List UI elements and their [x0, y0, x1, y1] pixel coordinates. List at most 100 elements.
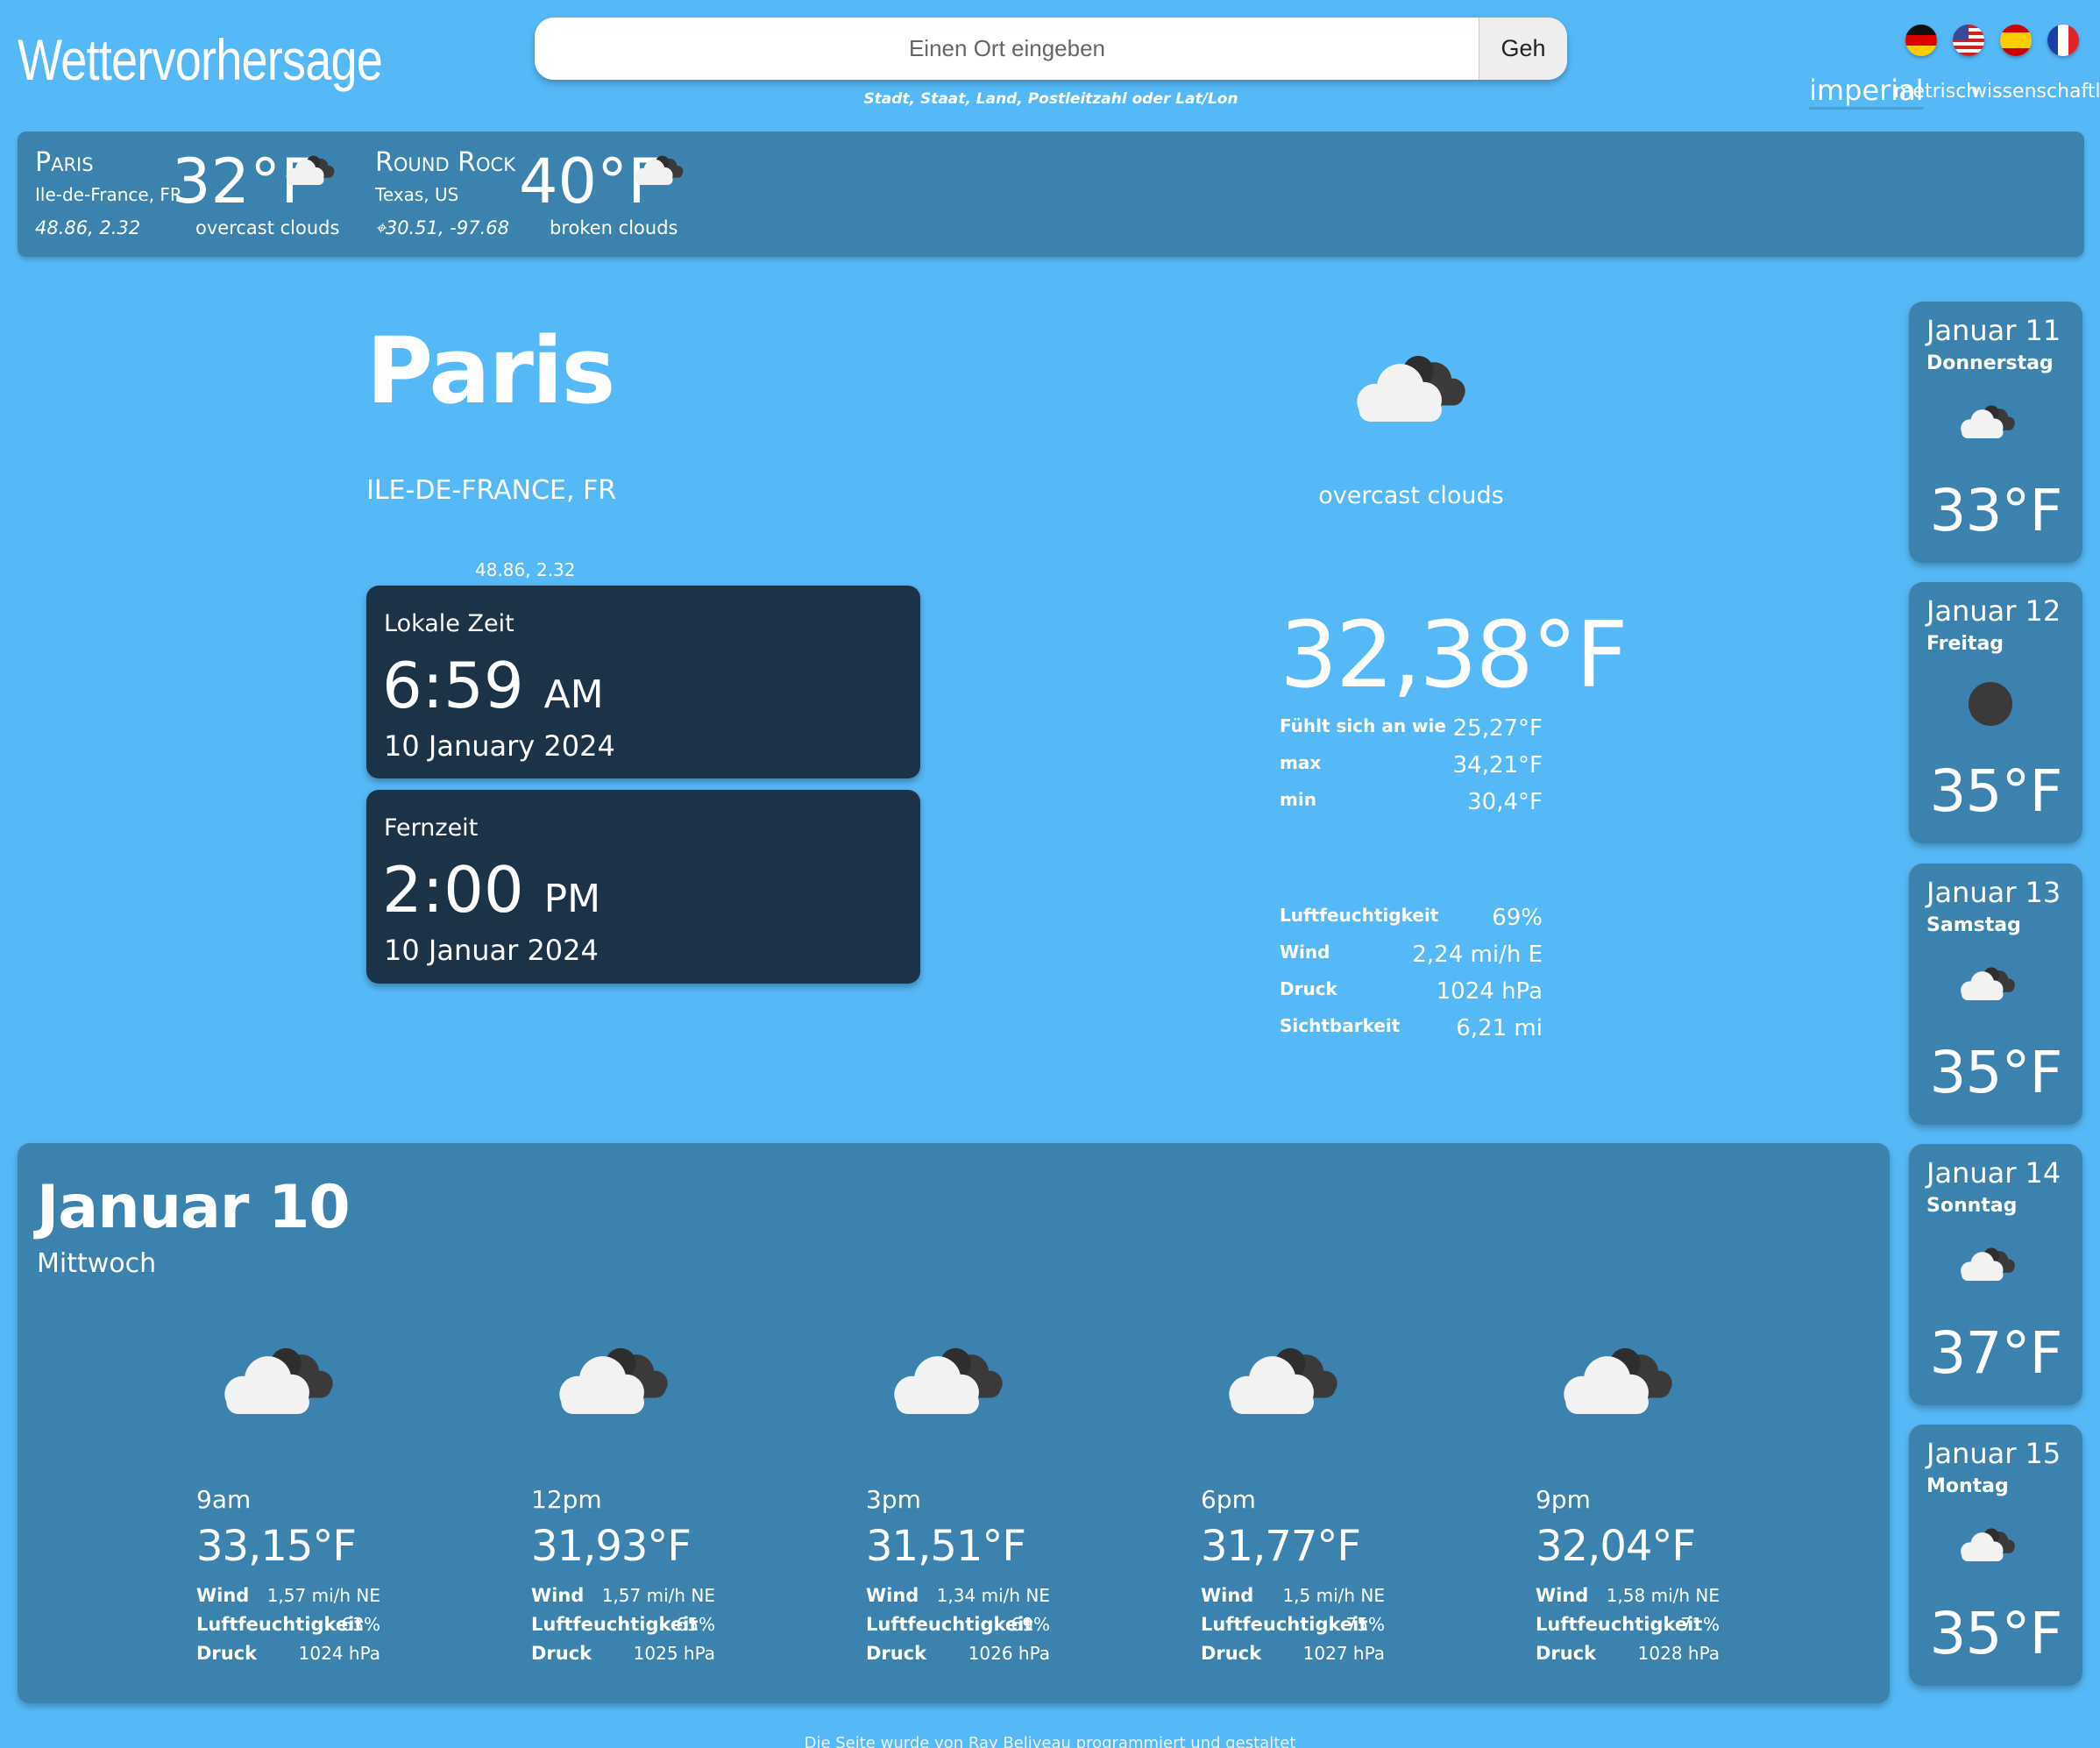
forecast-temperature: 33°F [1929, 477, 2063, 544]
dark-circle-icon [1969, 682, 2012, 726]
remote-time-label: Fernzeit [384, 814, 479, 842]
remote-date: 10 Januar 2024 [384, 934, 599, 967]
app-title: Wettervorhersage [18, 27, 383, 92]
current-description: overcast clouds [1318, 482, 1504, 509]
hour-pressure-label: Druck [1536, 1643, 1597, 1664]
forecast-weekday: Freitag [1926, 633, 2004, 655]
hour-pressure-value: 1027 hPa [1302, 1643, 1385, 1664]
saved-location-region: Ile-de-France, FR [35, 184, 182, 205]
hour-pressure-label: Druck [866, 1643, 927, 1664]
saved-location-coords: 30.51, -97.68 [385, 217, 509, 238]
hour-temperature: 33,15°F [196, 1522, 357, 1571]
broken-clouds-icon [631, 153, 687, 189]
hour-time: 3pm [866, 1485, 921, 1514]
saved-location-coords-row: ⌖30.51, -97.68 [375, 217, 509, 239]
forecast-date: Januar 11 [1926, 314, 2061, 347]
overcast-clouds-icon [1220, 1341, 1346, 1424]
saved-location-description: broken clouds [550, 217, 678, 238]
saved-location-coords: 48.86, 2.32 [35, 217, 141, 238]
local-time-label: Lokale Zeit [384, 610, 514, 637]
hour-temperature: 31,77°F [1201, 1522, 1361, 1571]
hour-wind-value: 1,5 mi/h NE [1282, 1585, 1385, 1606]
hour-wind-label: Wind [531, 1585, 585, 1606]
hour-wind-label: Wind [196, 1585, 250, 1606]
overcast-clouds-icon [1348, 349, 1474, 431]
search-box: Geh [535, 18, 1567, 80]
saved-location-round-rock[interactable]: Round Rock Texas, US ⌖30.51, -97.68 40°F… [365, 131, 698, 257]
forecast-temperature: 35°F [1929, 1039, 2063, 1106]
overcast-clouds-icon [1555, 1341, 1681, 1424]
hour-wind-label: Wind [866, 1585, 919, 1606]
overcast-clouds-icon [550, 1341, 677, 1424]
max-temp-value: 34,21°F [1452, 752, 1543, 778]
coordinates: 48.86, 2.32 [475, 559, 576, 580]
us-flag-icon[interactable] [1953, 25, 1984, 56]
clouds-icon [1956, 401, 2019, 444]
overcast-clouds-icon [282, 153, 338, 189]
hour-humidity-label: Luftfeuchtigkeit [866, 1614, 1033, 1635]
unit-scientific-button[interactable]: wissenschaftlich [1971, 81, 2100, 103]
hour-time: 12pm [531, 1485, 602, 1514]
search-input[interactable] [535, 18, 1479, 80]
forecast-date: Januar 12 [1926, 594, 2061, 628]
today-weekday: Mittwoch [37, 1248, 157, 1279]
hour-temperature: 31,51°F [866, 1522, 1026, 1571]
visibility-label: Sichtbarkeit [1280, 1015, 1401, 1036]
hour-wind-value: 1,58 mi/h NE [1606, 1585, 1720, 1606]
saved-location-paris[interactable]: Paris Ile-de-France, FR 48.86, 2.32 32°F… [18, 131, 351, 257]
clouds-icon [1956, 1244, 2019, 1286]
hour-humidity-value: 75% [1345, 1614, 1385, 1635]
forecast-date: Januar 14 [1926, 1156, 2061, 1190]
go-button[interactable]: Geh [1479, 18, 1567, 80]
hour-humidity-label: Luftfeuchtigkeit [1536, 1614, 1703, 1635]
hour-wind-value: 1,57 mi/h NE [601, 1585, 715, 1606]
hourly-item: 3pm 31,51°F Wind 1,34 mi/h NE Luftfeucht… [866, 1341, 1050, 1674]
visibility-value: 6,21 mi [1456, 1015, 1543, 1041]
search-hint: Stadt, Staat, Land, Postleitzahl oder La… [863, 90, 1238, 108]
forecast-day-card[interactable]: Januar 11 Donnerstag 33°F [1909, 302, 2082, 563]
forecast-weekday: Donnerstag [1926, 352, 2054, 374]
hour-humidity-value: 65% [676, 1614, 715, 1635]
hour-temperature: 32,04°F [1536, 1522, 1696, 1571]
hour-humidity-label: Luftfeuchtigkeit [1201, 1614, 1368, 1635]
de-flag-icon[interactable] [1905, 25, 1937, 56]
city-name: Paris [366, 317, 615, 424]
forecast-date: Januar 13 [1926, 876, 2061, 909]
humidity-value: 69% [1492, 905, 1543, 931]
current-temperature: 32,38°F [1280, 601, 1628, 708]
forecast-day-card[interactable]: Januar 12 Freitag 35°F [1909, 582, 2082, 843]
forecast-date: Januar 15 [1926, 1437, 2061, 1470]
unit-metric-button[interactable]: metrisch [1894, 81, 1978, 103]
min-temp-value: 30,4°F [1467, 789, 1543, 815]
forecast-temperature: 37°F [1929, 1319, 2063, 1387]
saved-location-region: Texas, US [375, 184, 459, 205]
forecast-day-card[interactable]: Januar 14 Sonntag 37°F [1909, 1144, 2082, 1405]
region-name: ILE-DE-FRANCE, FR [366, 475, 617, 506]
hour-humidity-value: 69% [1011, 1614, 1050, 1635]
hour-pressure-label: Druck [531, 1643, 592, 1664]
hour-time: 9am [196, 1485, 252, 1514]
forecast-temperature: 35°F [1929, 1600, 2063, 1667]
forecast-day-card[interactable]: Januar 15 Montag 35°F [1909, 1425, 2082, 1686]
remote-time-value: 2:00 PM [382, 853, 601, 927]
remote-time-card: Fernzeit 2:00 PM 10 Januar 2024 [366, 790, 920, 984]
forecast-temperature: 35°F [1929, 757, 2063, 825]
local-time-card: Lokale Zeit 6:59 AM 10 January 2024 [366, 586, 920, 778]
pressure-value: 1024 hPa [1436, 978, 1543, 1005]
hour-pressure-value: 1025 hPa [633, 1643, 715, 1664]
location-target-icon: ⌖ [375, 217, 386, 238]
hour-humidity-value: 63% [341, 1614, 380, 1635]
max-temp-label: max [1280, 752, 1322, 773]
hour-pressure-label: Druck [1201, 1643, 1262, 1664]
forecast-weekday: Montag [1926, 1475, 2009, 1497]
hour-time: 9pm [1536, 1485, 1591, 1514]
wind-value: 2,24 mi/h E [1412, 942, 1543, 968]
local-time-value: 6:59 AM [382, 649, 604, 722]
hour-pressure-value: 1028 hPa [1637, 1643, 1720, 1664]
feels-like-value: 25,27°F [1452, 715, 1543, 742]
saved-location-name: Round Rock [375, 147, 515, 178]
fr-flag-icon[interactable] [2047, 25, 2079, 56]
footer-credit: Die Seite wurde von Ray Beliveau program… [804, 1734, 1296, 1748]
forecast-day-card[interactable]: Januar 13 Samstag 35°F [1909, 863, 2082, 1125]
es-flag-icon[interactable] [2000, 25, 2032, 56]
